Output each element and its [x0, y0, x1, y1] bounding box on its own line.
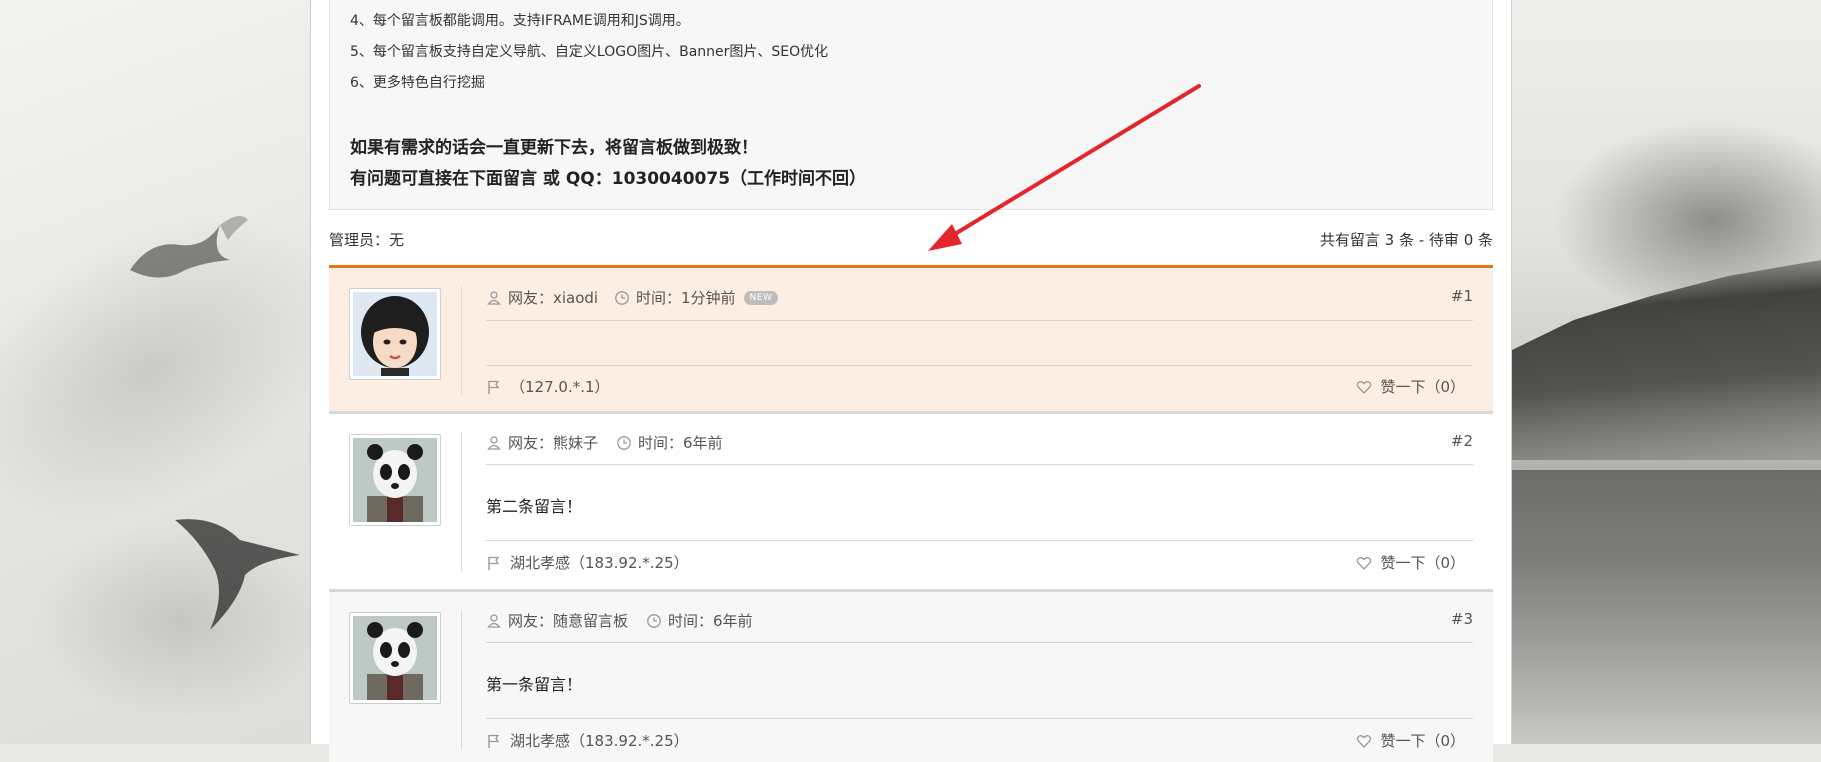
notice-box: 4、每个留言板都能调用。支持IFRAME调用和JS调用。 5、每个留言板支持自定… — [329, 0, 1493, 210]
message-1-like-button[interactable]: 赞一下（0） — [1356, 376, 1465, 397]
message-1-user: 网友：xiaodi — [508, 289, 599, 307]
message-3-location: 湖北孝感（183.92.*.25） — [510, 732, 689, 750]
clock-icon — [617, 435, 631, 450]
heart-icon — [1357, 734, 1372, 748]
message-3-number: #3 — [1450, 610, 1473, 628]
message-1-like-label: 赞一下（0） — [1380, 378, 1465, 396]
message-1-number: #1 — [1450, 287, 1473, 305]
message-3-time: 时间：6年前 — [668, 612, 753, 630]
flag-icon — [488, 734, 500, 748]
flag-icon — [488, 556, 500, 570]
message-2-like-button[interactable]: 赞一下（0） — [1356, 552, 1465, 573]
message-2-like-label: 赞一下（0） — [1380, 554, 1465, 572]
clock-icon — [647, 613, 661, 628]
admin-label: 管理员：无 — [329, 231, 405, 249]
background-left-ink-painting — [0, 0, 312, 744]
guestbook-meta-bar: 管理员：无 共有留言 3 条 - 待审 0 条 — [329, 224, 1493, 254]
guestbook-main: 4、每个留言板都能调用。支持IFRAME调用和JS调用。 5、每个留言板支持自定… — [310, 0, 1512, 762]
message-3-like-button[interactable]: 赞一下（0） — [1356, 730, 1465, 751]
message-3-user: 网友：随意留言板 — [508, 612, 629, 630]
avatar-panda — [349, 434, 441, 526]
goldfish-ink-illustration — [130, 216, 248, 278]
message-count: 共有留言 3 条 - 待审 0 条 — [1319, 231, 1493, 249]
message-item-3: 网友：随意留言板 时间：6年前 #3 第一条留言！ 湖北孝感（183.92.*.… — [329, 592, 1493, 762]
message-2-number: #2 — [1450, 432, 1473, 450]
clock-icon — [615, 290, 629, 305]
message-2-footer: 湖北孝感（183.92.*.25） 赞一下（0） — [486, 552, 1465, 576]
new-badge: NEW — [743, 290, 779, 305]
message-1-time: 时间：1分钟前 — [636, 289, 736, 307]
background-right-watertown-painting — [1512, 0, 1821, 744]
message-2-user: 网友：熊妹子 — [508, 434, 599, 452]
notice-line-6: 6、更多特色自行挖掘 — [350, 75, 485, 91]
message-3-header: 网友：随意留言板 时间：6年前 #3 — [486, 610, 1473, 634]
notice-highlight-contact: 有问题可直接在下面留言 或 QQ：1030040075（工作时间不回） — [350, 169, 867, 189]
goldfish-ink-illustration-2 — [175, 519, 300, 630]
notice-highlight-update: 如果有需求的话会一直更新下去，将留言板做到极致！ — [350, 138, 758, 158]
message-3-like-label: 赞一下（0） — [1380, 732, 1465, 750]
user-icon — [487, 290, 501, 305]
notice-line-5: 5、每个留言板支持自定义导航、自定义LOGO图片、Banner图片、SEO优化 — [350, 44, 829, 60]
message-1-location: （127.0.*.1） — [510, 378, 610, 396]
message-2-content: 第二条留言！ — [486, 497, 583, 516]
message-item-1: 网友：xiaodi 时间：1分钟前 NEW #1 （127.0.*.1） 赞一下… — [329, 265, 1493, 414]
avatar-girl — [349, 288, 441, 380]
user-icon — [487, 435, 501, 450]
message-1-header: 网友：xiaodi 时间：1分钟前 NEW #1 — [486, 287, 1473, 311]
flag-icon — [488, 380, 500, 394]
avatar-panda — [349, 612, 441, 704]
notice-line-4: 4、每个留言板都能调用。支持IFRAME调用和JS调用。 — [350, 13, 690, 29]
heart-icon — [1357, 380, 1372, 394]
user-icon — [487, 613, 501, 628]
message-2-time: 时间：6年前 — [638, 434, 723, 452]
message-3-footer: 湖北孝感（183.92.*.25） 赞一下（0） — [486, 730, 1465, 754]
message-2-header: 网友：熊妹子 时间：6年前 #2 — [486, 432, 1473, 456]
message-item-2: 网友：熊妹子 时间：6年前 #2 第二条留言！ 湖北孝感（183.92.*.25… — [329, 414, 1493, 592]
message-1-footer: （127.0.*.1） 赞一下（0） — [486, 376, 1465, 400]
message-2-location: 湖北孝感（183.92.*.25） — [510, 554, 689, 572]
message-3-content: 第一条留言！ — [486, 675, 583, 694]
heart-icon — [1357, 556, 1372, 570]
